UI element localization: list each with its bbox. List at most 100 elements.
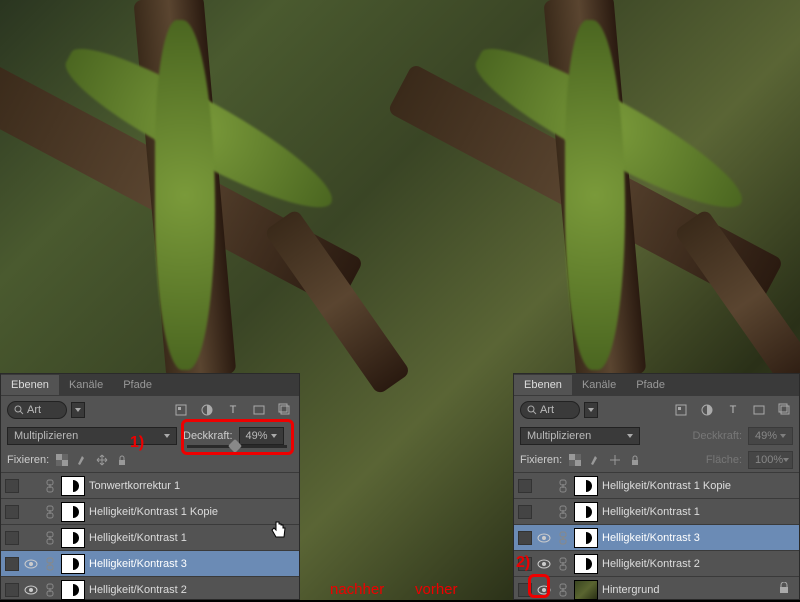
visibility-toggle[interactable] — [536, 478, 552, 494]
filter-shape-icon[interactable] — [751, 402, 767, 418]
visibility-toggle[interactable] — [536, 582, 552, 598]
blend-mode-value: Multiplizieren — [14, 430, 78, 442]
blend-mode-value: Multiplizieren — [527, 430, 591, 442]
blend-mode-dropdown[interactable]: Multiplizieren — [520, 427, 640, 445]
layer-row[interactable]: Helligkeit/Kontrast 3 — [1, 550, 299, 576]
lock-position-icon[interactable] — [95, 453, 109, 467]
lock-transparency-icon[interactable] — [55, 453, 69, 467]
link-icon[interactable] — [43, 583, 57, 597]
link-icon[interactable] — [556, 557, 570, 571]
link-icon[interactable] — [556, 505, 570, 519]
layer-checkbox[interactable] — [518, 505, 532, 519]
link-icon[interactable] — [43, 531, 57, 545]
link-icon[interactable] — [556, 479, 570, 493]
layer-checkbox[interactable] — [518, 583, 532, 597]
layer-name[interactable]: Helligkeit/Kontrast 3 — [602, 532, 795, 544]
tab-channels[interactable]: Kanäle — [59, 375, 113, 395]
filter-pixel-icon[interactable] — [673, 402, 689, 418]
annotation-1: 1) — [130, 434, 144, 452]
tab-layers[interactable]: Ebenen — [1, 375, 59, 395]
layer-thumbnail[interactable] — [61, 528, 85, 548]
visibility-toggle[interactable] — [23, 582, 39, 598]
panel-tabs: Ebenen Kanäle Pfade — [1, 374, 299, 396]
layer-thumbnail[interactable] — [574, 554, 598, 574]
visibility-toggle[interactable] — [536, 556, 552, 572]
filter-dropdown-caret[interactable] — [71, 402, 85, 418]
layer-thumbnail[interactable] — [61, 554, 85, 574]
layer-row[interactable]: Helligkeit/Kontrast 1 — [514, 498, 799, 524]
visibility-toggle[interactable] — [536, 504, 552, 520]
layer-checkbox[interactable] — [518, 531, 532, 545]
layer-checkbox[interactable] — [5, 557, 19, 571]
layer-thumbnail[interactable] — [61, 502, 85, 522]
layer-row[interactable]: Helligkeit/Kontrast 1 — [1, 524, 299, 550]
fill-value: 100% — [755, 454, 783, 466]
visibility-toggle[interactable] — [23, 478, 39, 494]
lock-pixels-icon[interactable] — [75, 453, 89, 467]
filter-adjustment-icon[interactable] — [699, 402, 715, 418]
layer-filter-dropdown[interactable]: Art — [7, 401, 67, 419]
lock-icon — [779, 582, 789, 597]
lock-all-icon[interactable] — [628, 453, 642, 467]
layer-name[interactable]: Helligkeit/Kontrast 1 — [602, 506, 795, 518]
filter-shape-icon[interactable] — [251, 402, 267, 418]
filter-smartobject-icon[interactable] — [777, 402, 793, 418]
visibility-toggle[interactable] — [536, 530, 552, 546]
link-icon[interactable] — [43, 557, 57, 571]
link-icon[interactable] — [556, 583, 570, 597]
layer-checkbox[interactable] — [5, 479, 19, 493]
filter-type-icon[interactable]: T — [225, 402, 241, 418]
layer-row[interactable]: Tonwertkorrektur 1 — [1, 472, 299, 498]
layer-name[interactable]: Helligkeit/Kontrast 1 Kopie — [602, 480, 795, 492]
layer-name[interactable]: Helligkeit/Kontrast 1 Kopie — [89, 506, 295, 518]
filter-adjustment-icon[interactable] — [199, 402, 215, 418]
link-icon[interactable] — [556, 531, 570, 545]
layer-row[interactable]: Helligkeit/Kontrast 1 Kopie — [514, 472, 799, 498]
layer-name[interactable]: Helligkeit/Kontrast 3 — [89, 558, 295, 570]
blend-mode-dropdown[interactable]: Multiplizieren — [7, 427, 177, 445]
lock-transparency-icon[interactable] — [568, 453, 582, 467]
visibility-toggle[interactable] — [23, 530, 39, 546]
layer-filter-dropdown[interactable]: Art — [520, 401, 580, 419]
layer-name[interactable]: Helligkeit/Kontrast 1 — [89, 532, 295, 544]
layer-row[interactable]: Helligkeit/Kontrast 1 Kopie — [1, 498, 299, 524]
visibility-toggle[interactable] — [23, 556, 39, 572]
tab-channels[interactable]: Kanäle — [572, 375, 626, 395]
layers-panel-left: Ebenen Kanäle Pfade Art T Multiplizieren… — [0, 373, 300, 600]
layer-thumbnail[interactable] — [574, 476, 598, 496]
layer-checkbox[interactable] — [5, 505, 19, 519]
filter-pixel-icon[interactable] — [173, 402, 189, 418]
layer-checkbox[interactable] — [5, 583, 19, 597]
layer-row[interactable]: Helligkeit/Kontrast 2 — [1, 576, 299, 602]
fill-input[interactable]: 100% — [748, 451, 793, 469]
link-icon[interactable] — [43, 479, 57, 493]
layer-thumbnail[interactable] — [574, 502, 598, 522]
layer-checkbox[interactable] — [518, 479, 532, 493]
layer-thumbnail[interactable] — [574, 580, 598, 600]
lock-pixels-icon[interactable] — [588, 453, 602, 467]
layer-name[interactable]: Hintergrund — [602, 584, 775, 596]
layer-checkbox[interactable] — [5, 531, 19, 545]
filter-dropdown-caret[interactable] — [584, 402, 598, 418]
layer-name[interactable]: Helligkeit/Kontrast 2 — [602, 558, 795, 570]
layer-thumbnail[interactable] — [574, 528, 598, 548]
tab-paths[interactable]: Pfade — [113, 375, 162, 395]
opacity-input[interactable]: 49% — [239, 427, 284, 445]
filter-type-icon[interactable]: T — [725, 402, 741, 418]
layer-row[interactable]: Helligkeit/Kontrast 3 — [514, 524, 799, 550]
layer-thumbnail[interactable] — [61, 580, 85, 600]
tab-layers[interactable]: Ebenen — [514, 375, 572, 395]
layer-thumbnail[interactable] — [61, 476, 85, 496]
tab-paths[interactable]: Pfade — [626, 375, 675, 395]
lock-position-icon[interactable] — [608, 453, 622, 467]
visibility-toggle[interactable] — [23, 504, 39, 520]
adjustment-icon — [580, 532, 592, 544]
layer-name[interactable]: Tonwertkorrektur 1 — [89, 480, 295, 492]
lock-all-icon[interactable] — [115, 453, 129, 467]
filter-smartobject-icon[interactable] — [277, 402, 293, 418]
layer-name[interactable]: Helligkeit/Kontrast 2 — [89, 584, 295, 596]
opacity-input[interactable]: 49% — [748, 427, 793, 445]
link-icon[interactable] — [43, 505, 57, 519]
layer-row[interactable]: Hintergrund — [514, 576, 799, 602]
layer-row[interactable]: Helligkeit/Kontrast 2 — [514, 550, 799, 576]
